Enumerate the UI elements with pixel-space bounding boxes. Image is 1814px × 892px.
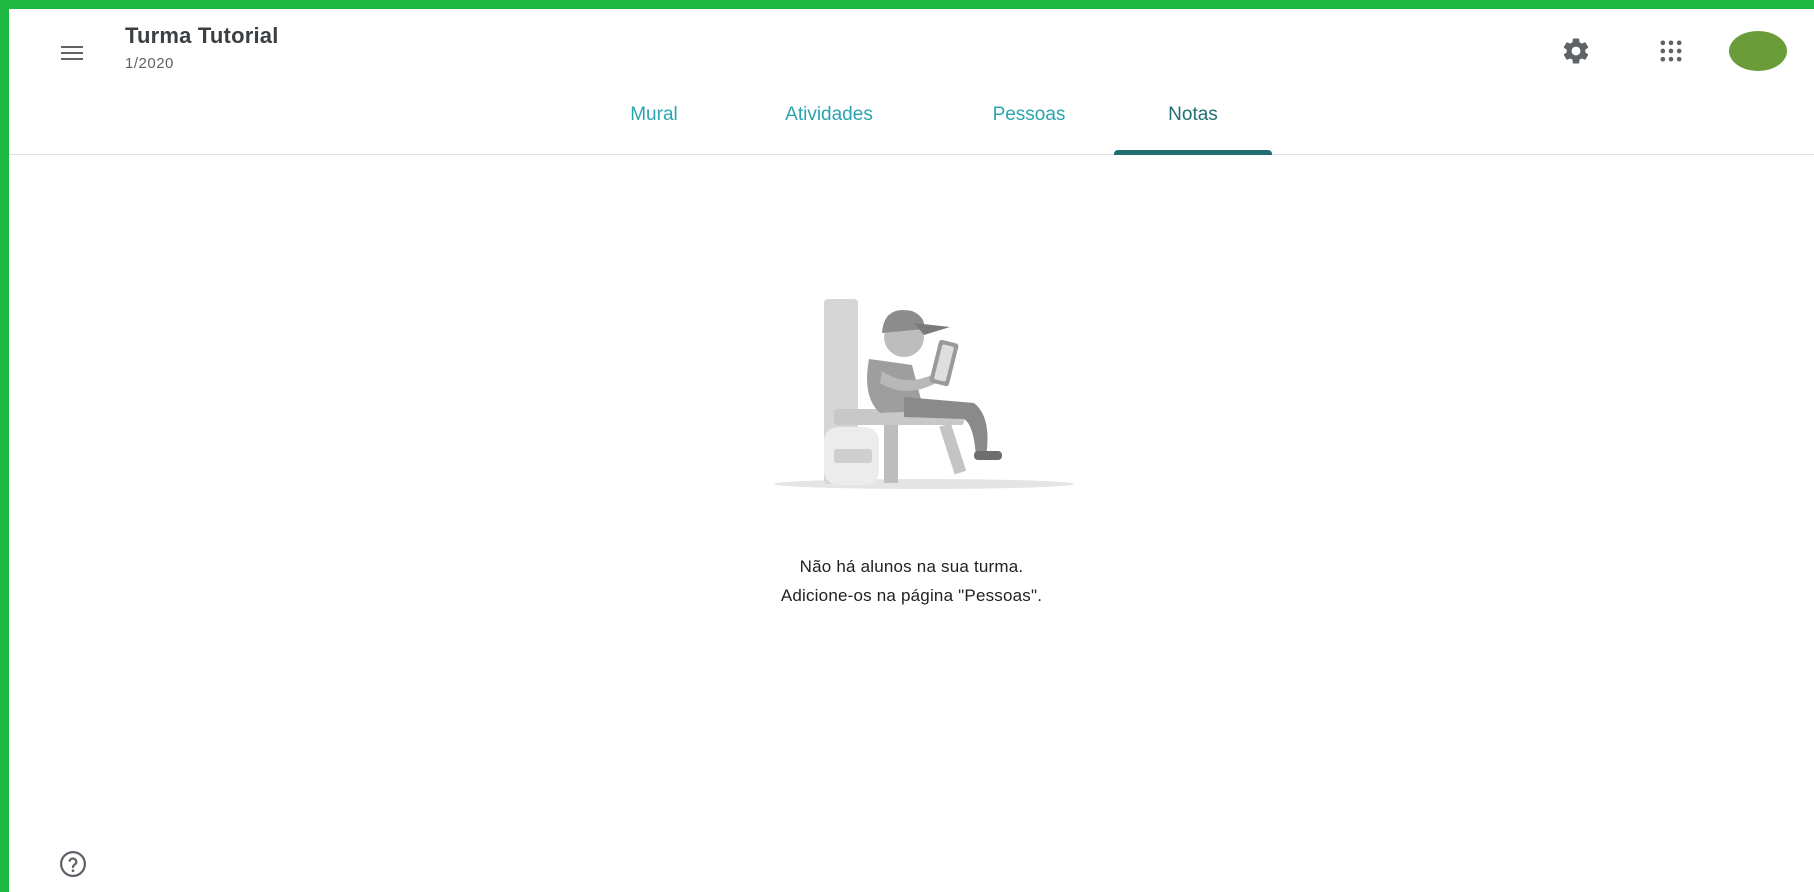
account-avatar[interactable] [1729,31,1787,71]
top-app-bar: Turma Tutorial 1/2020 Mural Atividades P… [9,9,1814,155]
google-apps-button[interactable] [1649,29,1693,73]
gear-icon [1563,38,1589,64]
selected-tab-indicator [1114,150,1272,155]
empty-state-illustration [774,299,1074,489]
class-settings-button[interactable] [1554,29,1598,73]
tab-mural[interactable]: Mural [609,104,699,154]
tab-pessoas[interactable]: Pessoas [969,104,1089,154]
class-title[interactable]: Turma Tutorial [125,23,279,49]
class-subtitle: 1/2020 [125,55,174,72]
main-menu-button[interactable] [51,31,95,75]
empty-state-hint: Adicione-os na página "Pessoas". [780,586,1043,605]
help-icon [60,851,86,877]
help-button[interactable] [53,844,93,884]
menu-icon [61,46,83,60]
empty-state-message: Não há alunos na sua turma. [799,557,1024,576]
tab-notas[interactable]: Notas [1114,104,1272,154]
app-frame: Turma Tutorial 1/2020 Mural Atividades P… [9,9,1814,892]
apps-grid-icon [1660,40,1682,62]
tab-atividades[interactable]: Atividades [759,104,899,154]
